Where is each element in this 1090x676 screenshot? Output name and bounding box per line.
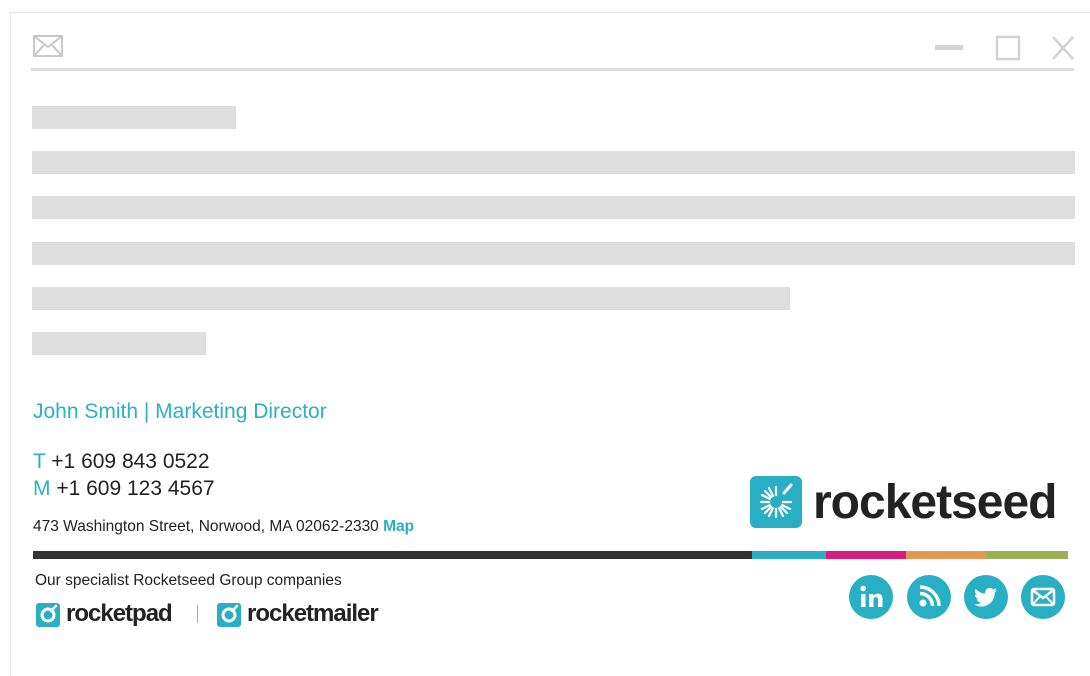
placeholder-line [32,106,236,129]
placeholder-line [32,242,1075,265]
mobile-line: M +1 609 123 4567 [33,477,215,501]
rocketpad-logo-text: rocketpad [66,600,173,627]
phone-label: T [33,450,46,473]
signature-bar-dark [33,551,752,559]
envelope-icon [33,35,63,57]
mobile-label: M [33,477,51,500]
title-bar-divider [31,68,1074,71]
rocketmailer-logo-text: rocketmailer [247,600,379,627]
rocketseed-logo-text: rocketseed [813,476,1057,529]
signature-name-title: John Smith | Marketing Director [33,400,327,423]
twitter-icon[interactable] [964,575,1008,619]
rocketseed-logo-mark [750,476,802,528]
maximize-icon[interactable] [995,34,1021,62]
signature-bar-magenta [826,551,906,559]
sunburst-icon [221,604,239,623]
companies-label: Our specialist Rocketseed Group companie… [35,572,342,589]
sunburst-icon [40,604,58,623]
rocketmailer-logo[interactable]: rocketmailer [217,600,387,629]
sunburst-icon [759,483,793,519]
mobile-number[interactable]: +1 609 123 4567 [56,477,214,500]
address-line: 473 Washington Street, Norwood, MA 02062… [33,518,414,536]
map-link[interactable]: Map [383,518,414,535]
rocketmailer-logo-mark [217,603,241,627]
signature-bar-cyan [752,551,826,559]
placeholder-line [32,332,206,355]
company-separator [197,605,198,623]
linkedin-icon[interactable] [849,575,893,619]
minimize-icon[interactable] [935,34,963,62]
placeholder-line [32,151,1075,174]
signature-bar-olive [986,551,1068,559]
email-icon[interactable] [1021,575,1065,619]
placeholder-line [32,196,1075,219]
phone-number[interactable]: +1 609 843 0522 [51,450,209,473]
address-text: 473 Washington Street, Norwood, MA 02062… [33,518,379,535]
rss-icon[interactable] [907,575,951,619]
rocketpad-logo[interactable]: rocketpad [36,600,186,629]
placeholder-line [32,287,790,310]
signature-bar-orange [906,551,986,559]
close-icon[interactable] [1050,34,1076,62]
phone-line: T +1 609 843 0522 [33,450,210,474]
rocketpad-logo-mark [36,603,60,627]
